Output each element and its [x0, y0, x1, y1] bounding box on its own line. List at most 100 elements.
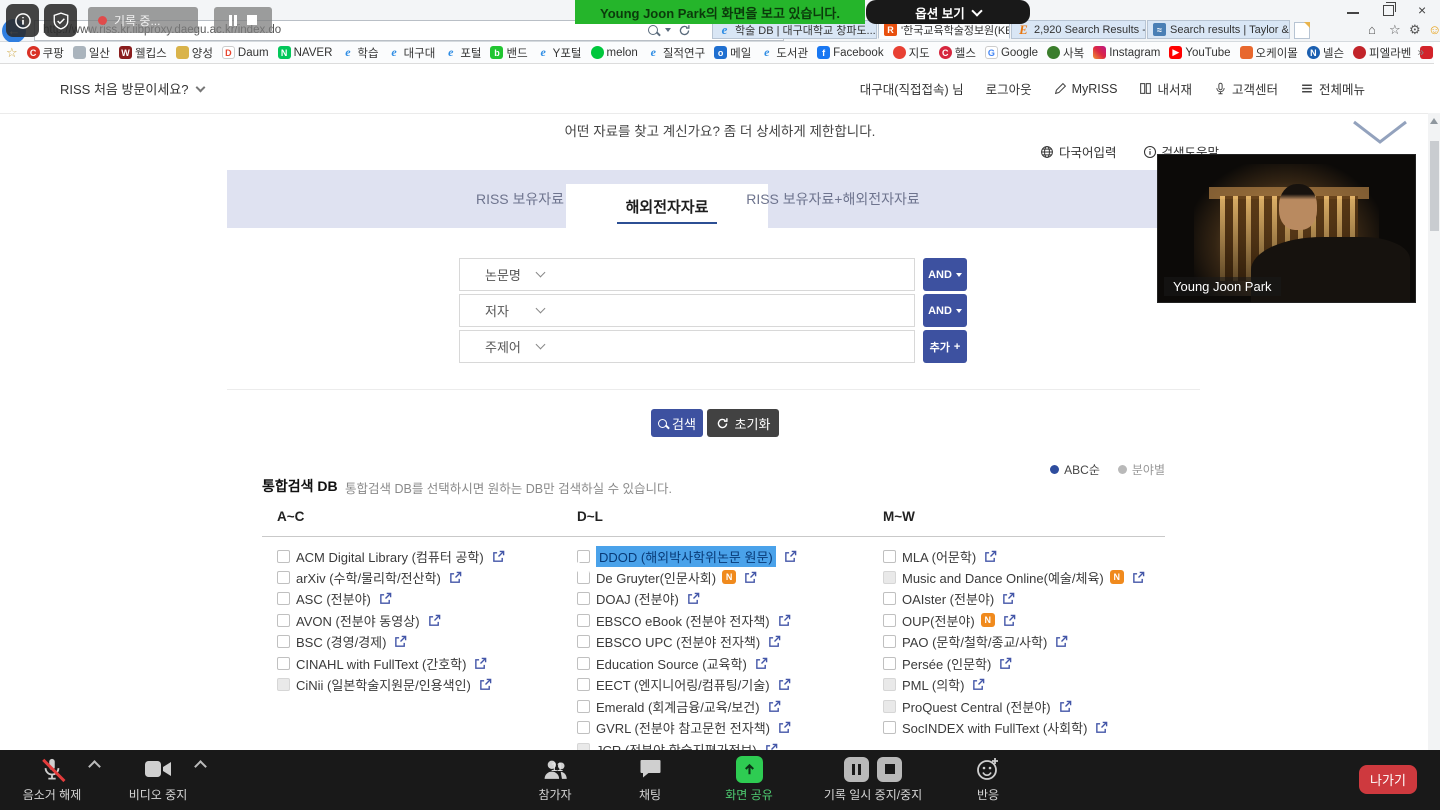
- bookmark-item[interactable]: DDaum: [222, 46, 269, 59]
- toolbar-reactions-button[interactable]: 반응: [923, 754, 1053, 803]
- external-link-icon[interactable]: [1132, 571, 1145, 584]
- external-link-icon[interactable]: [755, 657, 768, 670]
- new-tab-button[interactable]: [1294, 22, 1310, 39]
- bookmark-item[interactable]: GGoogle: [985, 46, 1038, 59]
- bookmark-item[interactable]: e포털: [444, 45, 481, 61]
- search-button[interactable]: 검색: [651, 409, 703, 437]
- pause-recording-icon[interactable]: [844, 757, 869, 782]
- external-link-icon[interactable]: [479, 678, 492, 691]
- user-menu-item[interactable]: 로그아웃: [986, 79, 1032, 98]
- toolbar-share-button[interactable]: 화면 공유: [684, 754, 814, 803]
- webcam-video[interactable]: Young Joon Park: [1158, 155, 1415, 302]
- bookmark-item[interactable]: b밴드: [490, 45, 527, 61]
- close-icon[interactable]: ×: [1418, 3, 1426, 17]
- db-checkbox[interactable]: [277, 592, 290, 605]
- search-term-input[interactable]: [544, 259, 914, 290]
- external-link-icon[interactable]: [768, 700, 781, 713]
- external-link-icon[interactable]: [984, 550, 997, 563]
- boolean-operator-button[interactable]: AND: [923, 258, 967, 291]
- view-options-button[interactable]: 옵션 보기: [866, 0, 1030, 24]
- bookmark-item[interactable]: ▶YouTube: [1169, 46, 1230, 59]
- db-checkbox[interactable]: [577, 592, 590, 605]
- external-link-icon[interactable]: [394, 635, 407, 648]
- favorites-icon[interactable]: ☆: [1389, 22, 1401, 38]
- db-checkbox[interactable]: [577, 550, 590, 563]
- browser-tab[interactable]: ≈Search results | Taylor & Fran...: [1147, 20, 1290, 39]
- field-type-select[interactable]: 저자: [459, 294, 915, 327]
- bookmark-item[interactable]: NNAVER: [278, 46, 333, 59]
- search-term-input[interactable]: [544, 331, 914, 362]
- bookmark-item[interactable]: melon: [591, 46, 638, 59]
- user-menu-item[interactable]: 내서재: [1139, 79, 1192, 98]
- scrollbar-thumb[interactable]: [1430, 141, 1439, 231]
- db-checkbox[interactable]: [577, 635, 590, 648]
- external-link-icon[interactable]: [1002, 592, 1015, 605]
- bookmark-item[interactable]: Instagram: [1093, 46, 1160, 59]
- bookmark-item[interactable]: 양성: [176, 45, 213, 61]
- info-overlay-button[interactable]: [6, 4, 39, 37]
- page-scrollbar[interactable]: [1428, 113, 1440, 750]
- field-type-select[interactable]: 논문명: [459, 258, 915, 291]
- external-link-icon[interactable]: [778, 721, 791, 734]
- db-checkbox[interactable]: [277, 614, 290, 627]
- bookmark-item[interactable]: e도서관: [760, 45, 808, 61]
- boolean-operator-button[interactable]: AND: [923, 294, 967, 327]
- external-link-icon[interactable]: [972, 678, 985, 691]
- external-link-icon[interactable]: [778, 678, 791, 691]
- favorites-star-icon[interactable]: ☆: [6, 45, 18, 61]
- search-tab[interactable]: RISS 보유자료+해외전자자료: [718, 170, 948, 228]
- home-icon[interactable]: ⌂: [1368, 22, 1376, 37]
- bookmark-item[interactable]: 사복: [1047, 45, 1084, 61]
- toolbar-video-button[interactable]: 비디오 중지: [93, 754, 223, 803]
- db-checkbox[interactable]: [277, 657, 290, 670]
- db-checkbox[interactable]: [883, 592, 896, 605]
- bookmark-item[interactable]: fFacebook: [817, 46, 884, 59]
- settings-gear-icon[interactable]: ⚙: [1409, 22, 1421, 38]
- maximize-icon[interactable]: [1383, 5, 1394, 16]
- external-link-icon[interactable]: [1095, 721, 1108, 734]
- db-checkbox[interactable]: [577, 614, 590, 627]
- tool-link[interactable]: 다국어입력: [1040, 142, 1117, 161]
- external-link-icon[interactable]: [379, 592, 392, 605]
- collapse-chevron-icon[interactable]: [1352, 120, 1408, 151]
- stop-recording-icon[interactable]: [247, 15, 257, 25]
- bookmark-item[interactable]: eY포털: [537, 45, 582, 61]
- db-checkbox[interactable]: [577, 721, 590, 734]
- bookmark-item[interactable]: 지도: [893, 45, 930, 61]
- db-checkbox[interactable]: [577, 657, 590, 670]
- sort-option[interactable]: 분야별: [1118, 461, 1165, 478]
- stop-recording-icon[interactable]: [877, 757, 902, 782]
- bookmark-item[interactable]: o메일: [714, 45, 751, 61]
- db-checkbox[interactable]: [883, 721, 896, 734]
- external-link-icon[interactable]: [687, 592, 700, 605]
- external-link-icon[interactable]: [492, 550, 505, 563]
- field-type-select[interactable]: 주제어: [459, 330, 915, 363]
- scroll-up-icon[interactable]: [1430, 118, 1438, 124]
- pause-recording-icon[interactable]: [229, 15, 237, 26]
- bookmark-item[interactable]: N넬슨: [1307, 45, 1344, 61]
- user-menu-item[interactable]: 전체메뉴: [1300, 79, 1365, 98]
- bookmark-item[interactable]: 오케이몰: [1240, 45, 1298, 61]
- leave-meeting-button[interactable]: 나가기: [1359, 765, 1417, 794]
- search-icon[interactable]: [648, 25, 658, 35]
- external-link-icon[interactable]: [1055, 635, 1068, 648]
- external-link-icon[interactable]: [768, 635, 781, 648]
- db-checkbox[interactable]: [277, 571, 290, 584]
- db-checkbox[interactable]: [883, 635, 896, 648]
- external-link-icon[interactable]: [428, 614, 441, 627]
- db-checkbox[interactable]: [277, 550, 290, 563]
- db-checkbox[interactable]: [577, 678, 590, 691]
- db-checkbox[interactable]: [577, 700, 590, 713]
- feedback-smiley-icon[interactable]: ☺: [1428, 22, 1440, 37]
- bookmark-item[interactable]: C헬스: [939, 45, 976, 61]
- bookmarks-overflow-icon[interactable]: »: [1417, 45, 1424, 59]
- shield-overlay-button[interactable]: [44, 4, 77, 37]
- external-link-icon[interactable]: [784, 550, 797, 563]
- search-term-input[interactable]: [544, 295, 914, 326]
- external-link-icon[interactable]: [474, 657, 487, 670]
- user-menu-item[interactable]: 고객센터: [1214, 79, 1278, 98]
- external-link-icon[interactable]: [744, 571, 757, 584]
- browser-tab[interactable]: E2,920 Search Results - Keywo...: [1011, 20, 1146, 39]
- external-link-icon[interactable]: [449, 571, 462, 584]
- sort-option[interactable]: ABC순: [1050, 461, 1100, 478]
